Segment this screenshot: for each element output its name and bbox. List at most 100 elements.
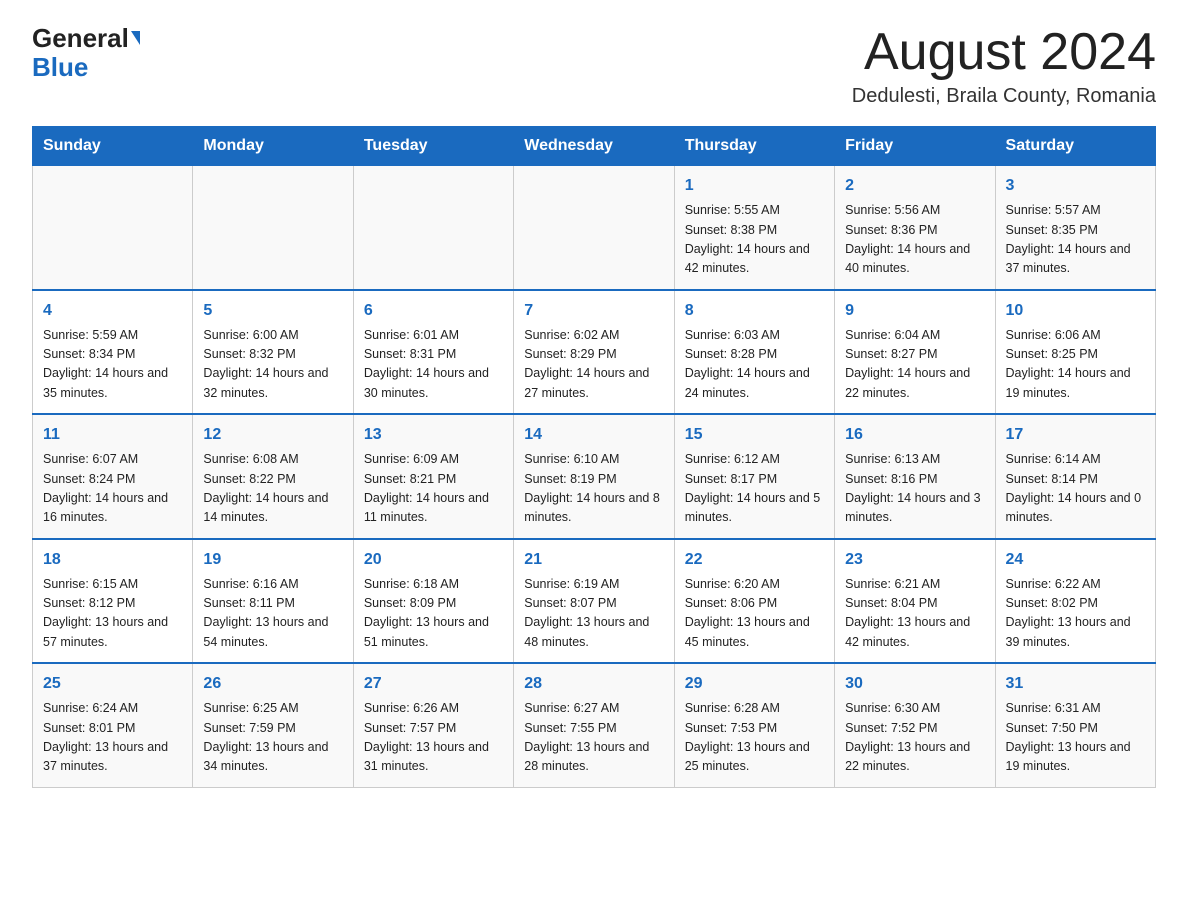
page-header: GeneralBlue August 2024 Dedulesti, Brail… (32, 24, 1156, 108)
day-number: 21 (524, 548, 663, 572)
day-info: Sunrise: 6:13 AM Sunset: 8:16 PM Dayligh… (845, 450, 984, 528)
day-info: Sunrise: 6:28 AM Sunset: 7:53 PM Dayligh… (685, 699, 824, 777)
calendar-day-cell (193, 166, 353, 290)
day-number: 8 (685, 299, 824, 323)
calendar-day-cell: 16 Sunrise: 6:13 AM Sunset: 8:16 PM Dayli… (835, 414, 995, 539)
calendar-day-cell: 21Sunrise: 6:19 AM Sunset: 8:07 PM Dayli… (514, 539, 674, 664)
title-area: August 2024 Dedulesti, Braila County, Ro… (852, 24, 1156, 108)
calendar-day-cell: 31Sunrise: 6:31 AM Sunset: 7:50 PM Dayli… (995, 663, 1155, 787)
header-saturday: Saturday (995, 127, 1155, 166)
day-info: Sunrise: 6:04 AM Sunset: 8:27 PM Dayligh… (845, 326, 984, 404)
calendar-week-row: 1 Sunrise: 5:55 AM Sunset: 8:38 PM Daylig… (33, 166, 1156, 290)
day-number: 30 (845, 672, 984, 696)
day-number: 5 (203, 299, 342, 323)
calendar-day-cell: 28 Sunrise: 6:27 AM Sunset: 7:55 PM Dayli… (514, 663, 674, 787)
day-number: 22 (685, 548, 824, 572)
day-info: Sunrise: 5:55 AM Sunset: 8:38 PM Dayligh… (685, 201, 824, 279)
day-number: 24 (1006, 548, 1145, 572)
logo: GeneralBlue (32, 24, 140, 81)
day-number: 28 (524, 672, 663, 696)
day-info: Sunrise: 6:09 AM Sunset: 8:21 PM Dayligh… (364, 450, 503, 528)
day-info: Sunrise: 5:57 AM Sunset: 8:35 PM Dayligh… (1006, 201, 1145, 279)
day-info: Sunrise: 6:21 AM Sunset: 8:04 PM Dayligh… (845, 575, 984, 653)
calendar-day-cell: 12Sunrise: 6:08 AM Sunset: 8:22 PM Dayli… (193, 414, 353, 539)
day-number: 19 (203, 548, 342, 572)
day-number: 29 (685, 672, 824, 696)
header-sunday: Sunday (33, 127, 193, 166)
day-info: Sunrise: 5:59 AM Sunset: 8:34 PM Dayligh… (43, 326, 182, 404)
header-wednesday: Wednesday (514, 127, 674, 166)
day-info: Sunrise: 6:22 AM Sunset: 8:02 PM Dayligh… (1006, 575, 1145, 653)
day-number: 1 (685, 174, 824, 198)
calendar-day-cell: 13 Sunrise: 6:09 AM Sunset: 8:21 PM Dayli… (353, 414, 513, 539)
calendar-week-row: 4 Sunrise: 5:59 AM Sunset: 8:34 PM Daylig… (33, 290, 1156, 415)
day-info: Sunrise: 6:27 AM Sunset: 7:55 PM Dayligh… (524, 699, 663, 777)
day-number: 10 (1006, 299, 1145, 323)
day-number: 14 (524, 423, 663, 447)
day-number: 15 (685, 423, 824, 447)
header-tuesday: Tuesday (353, 127, 513, 166)
calendar-day-cell: 6 Sunrise: 6:01 AM Sunset: 8:31 PM Daylig… (353, 290, 513, 415)
calendar-day-cell: 10 Sunrise: 6:06 AM Sunset: 8:25 PM Dayli… (995, 290, 1155, 415)
day-number: 23 (845, 548, 984, 572)
day-number: 2 (845, 174, 984, 198)
calendar-day-cell: 23 Sunrise: 6:21 AM Sunset: 8:04 PM Dayli… (835, 539, 995, 664)
day-info: Sunrise: 6:01 AM Sunset: 8:31 PM Dayligh… (364, 326, 503, 404)
calendar-day-cell: 15 Sunrise: 6:12 AM Sunset: 8:17 PM Dayli… (674, 414, 834, 539)
calendar-day-cell (514, 166, 674, 290)
day-number: 13 (364, 423, 503, 447)
calendar-day-cell: 17Sunrise: 6:14 AM Sunset: 8:14 PM Dayli… (995, 414, 1155, 539)
day-number: 9 (845, 299, 984, 323)
month-title: August 2024 (852, 24, 1156, 81)
day-info: Sunrise: 6:15 AM Sunset: 8:12 PM Dayligh… (43, 575, 182, 653)
day-number: 27 (364, 672, 503, 696)
day-info: Sunrise: 6:03 AM Sunset: 8:28 PM Dayligh… (685, 326, 824, 404)
calendar-day-cell: 5Sunrise: 6:00 AM Sunset: 8:32 PM Daylig… (193, 290, 353, 415)
logo-blue: Blue (32, 52, 88, 82)
calendar-week-row: 18 Sunrise: 6:15 AM Sunset: 8:12 PM Dayli… (33, 539, 1156, 664)
day-info: Sunrise: 6:24 AM Sunset: 8:01 PM Dayligh… (43, 699, 182, 777)
day-number: 11 (43, 423, 182, 447)
logo-text: GeneralBlue (32, 24, 140, 81)
day-number: 20 (364, 548, 503, 572)
calendar-day-cell (33, 166, 193, 290)
day-number: 17 (1006, 423, 1145, 447)
day-info: Sunrise: 6:20 AM Sunset: 8:06 PM Dayligh… (685, 575, 824, 653)
calendar-day-cell: 30Sunrise: 6:30 AM Sunset: 7:52 PM Dayli… (835, 663, 995, 787)
day-info: Sunrise: 6:08 AM Sunset: 8:22 PM Dayligh… (203, 450, 342, 528)
day-number: 16 (845, 423, 984, 447)
day-info: Sunrise: 6:12 AM Sunset: 8:17 PM Dayligh… (685, 450, 824, 528)
calendar-week-row: 25Sunrise: 6:24 AM Sunset: 8:01 PM Dayli… (33, 663, 1156, 787)
calendar-day-cell: 11 Sunrise: 6:07 AM Sunset: 8:24 PM Dayli… (33, 414, 193, 539)
calendar-day-cell: 2Sunrise: 5:56 AM Sunset: 8:36 PM Daylig… (835, 166, 995, 290)
header-friday: Friday (835, 127, 995, 166)
calendar-day-cell: 9 Sunrise: 6:04 AM Sunset: 8:27 PM Daylig… (835, 290, 995, 415)
day-info: Sunrise: 6:06 AM Sunset: 8:25 PM Dayligh… (1006, 326, 1145, 404)
day-number: 6 (364, 299, 503, 323)
day-info: Sunrise: 6:26 AM Sunset: 7:57 PM Dayligh… (364, 699, 503, 777)
calendar-day-cell: 19 Sunrise: 6:16 AM Sunset: 8:11 PM Dayli… (193, 539, 353, 664)
calendar-day-cell: 1 Sunrise: 5:55 AM Sunset: 8:38 PM Daylig… (674, 166, 834, 290)
day-number: 18 (43, 548, 182, 572)
calendar-day-cell: 26Sunrise: 6:25 AM Sunset: 7:59 PM Dayli… (193, 663, 353, 787)
day-info: Sunrise: 6:18 AM Sunset: 8:09 PM Dayligh… (364, 575, 503, 653)
day-info: Sunrise: 6:07 AM Sunset: 8:24 PM Dayligh… (43, 450, 182, 528)
calendar-week-row: 11 Sunrise: 6:07 AM Sunset: 8:24 PM Dayli… (33, 414, 1156, 539)
day-number: 4 (43, 299, 182, 323)
day-info: Sunrise: 6:02 AM Sunset: 8:29 PM Dayligh… (524, 326, 663, 404)
day-number: 26 (203, 672, 342, 696)
calendar-day-cell: 25Sunrise: 6:24 AM Sunset: 8:01 PM Dayli… (33, 663, 193, 787)
calendar-day-cell: 14 Sunrise: 6:10 AM Sunset: 8:19 PM Dayli… (514, 414, 674, 539)
day-info: Sunrise: 6:16 AM Sunset: 8:11 PM Dayligh… (203, 575, 342, 653)
day-number: 7 (524, 299, 663, 323)
calendar-day-cell (353, 166, 513, 290)
day-info: Sunrise: 6:10 AM Sunset: 8:19 PM Dayligh… (524, 450, 663, 528)
calendar-day-cell: 8 Sunrise: 6:03 AM Sunset: 8:28 PM Daylig… (674, 290, 834, 415)
header-monday: Monday (193, 127, 353, 166)
day-number: 31 (1006, 672, 1145, 696)
calendar-day-cell: 4 Sunrise: 5:59 AM Sunset: 8:34 PM Daylig… (33, 290, 193, 415)
calendar-day-cell: 18 Sunrise: 6:15 AM Sunset: 8:12 PM Dayli… (33, 539, 193, 664)
calendar-header-row: Sunday Monday Tuesday Wednesday Thursday… (33, 127, 1156, 166)
calendar-day-cell: 3Sunrise: 5:57 AM Sunset: 8:35 PM Daylig… (995, 166, 1155, 290)
calendar-day-cell: 24 Sunrise: 6:22 AM Sunset: 8:02 PM Dayli… (995, 539, 1155, 664)
